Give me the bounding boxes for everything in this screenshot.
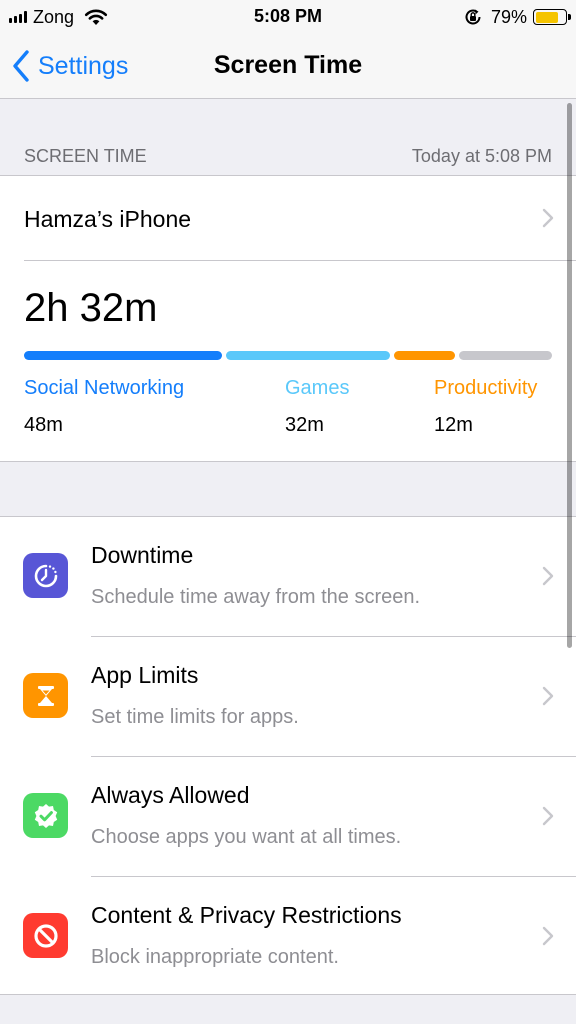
chevron-right-icon — [542, 208, 554, 228]
usage-bar-other — [459, 351, 552, 360]
downtime-subtitle: Schedule time away from the screen. — [91, 586, 421, 608]
divider — [24, 260, 576, 261]
status-bar: Zong 5:08 PM 79% — [0, 0, 576, 34]
app-limits-row[interactable]: App Limits Set time limits for apps. — [0, 637, 576, 757]
app-limits-title: App Limits — [91, 662, 199, 688]
page-title: Screen Time — [213, 51, 363, 79]
always-allowed-subtitle: Choose apps you want at all times. — [91, 826, 402, 848]
content-privacy-row[interactable]: Content & Privacy Restrictions Block ina… — [0, 877, 576, 997]
battery-icon — [533, 9, 571, 25]
category-label-social-networking: Social Networking — [24, 377, 185, 399]
chevron-right-icon — [542, 926, 554, 946]
battery-level — [535, 11, 559, 23]
section-header-title: SCREEN TIME — [24, 146, 147, 166]
total-usage-time: 2h 32m — [24, 286, 158, 330]
category-value-games: 32m — [285, 414, 324, 436]
chevron-right-icon — [542, 566, 554, 586]
usage-bar-games — [226, 351, 390, 360]
always-allowed-row[interactable]: Always Allowed Choose apps you want at a… — [0, 757, 576, 877]
category-value-productivity: 12m — [434, 414, 473, 436]
downtime-title: Downtime — [91, 542, 194, 568]
category-value-social-networking: 48m — [24, 414, 63, 436]
screen-time-screen: Zong 5:08 PM 79% Settings Screen Time SC… — [0, 0, 576, 1024]
always-allowed-title: Always Allowed — [91, 782, 250, 808]
checkmark-badge-icon — [23, 793, 68, 838]
orientation-lock-icon — [465, 9, 481, 25]
last-updated: Today at 5:08 PM — [411, 146, 552, 166]
chevron-right-icon — [542, 686, 554, 706]
device-row[interactable]: Hamza’s iPhone — [0, 176, 576, 261]
app-limits-subtitle: Set time limits for apps. — [91, 706, 299, 728]
options-list: Downtime Schedule time away from the scr… — [0, 516, 576, 995]
battery-percent: 79% — [490, 6, 527, 27]
category-label-productivity: Productivity — [434, 377, 538, 399]
usage-bar-social-networking — [24, 351, 222, 360]
section-header: SCREEN TIME Today at 5:08 PM — [0, 100, 576, 176]
chevron-right-icon — [542, 806, 554, 826]
content-privacy-subtitle: Block inappropriate content. — [91, 946, 339, 968]
usage-bar-productivity — [394, 351, 455, 360]
status-right: 79% — [463, 6, 571, 28]
device-usage-card: Hamza’s iPhone 2h 32m Social Networking … — [0, 176, 576, 462]
category-label-games: Games — [285, 377, 350, 399]
hourglass-icon — [23, 673, 68, 718]
navigation-bar: Settings Screen Time — [0, 34, 576, 99]
content-privacy-title: Content & Privacy Restrictions — [91, 902, 402, 928]
restriction-icon — [23, 913, 68, 958]
scroll-indicator[interactable] — [567, 103, 572, 648]
device-name: Hamza’s iPhone — [24, 206, 192, 232]
downtime-icon — [23, 553, 68, 598]
downtime-row[interactable]: Downtime Schedule time away from the scr… — [0, 517, 576, 637]
